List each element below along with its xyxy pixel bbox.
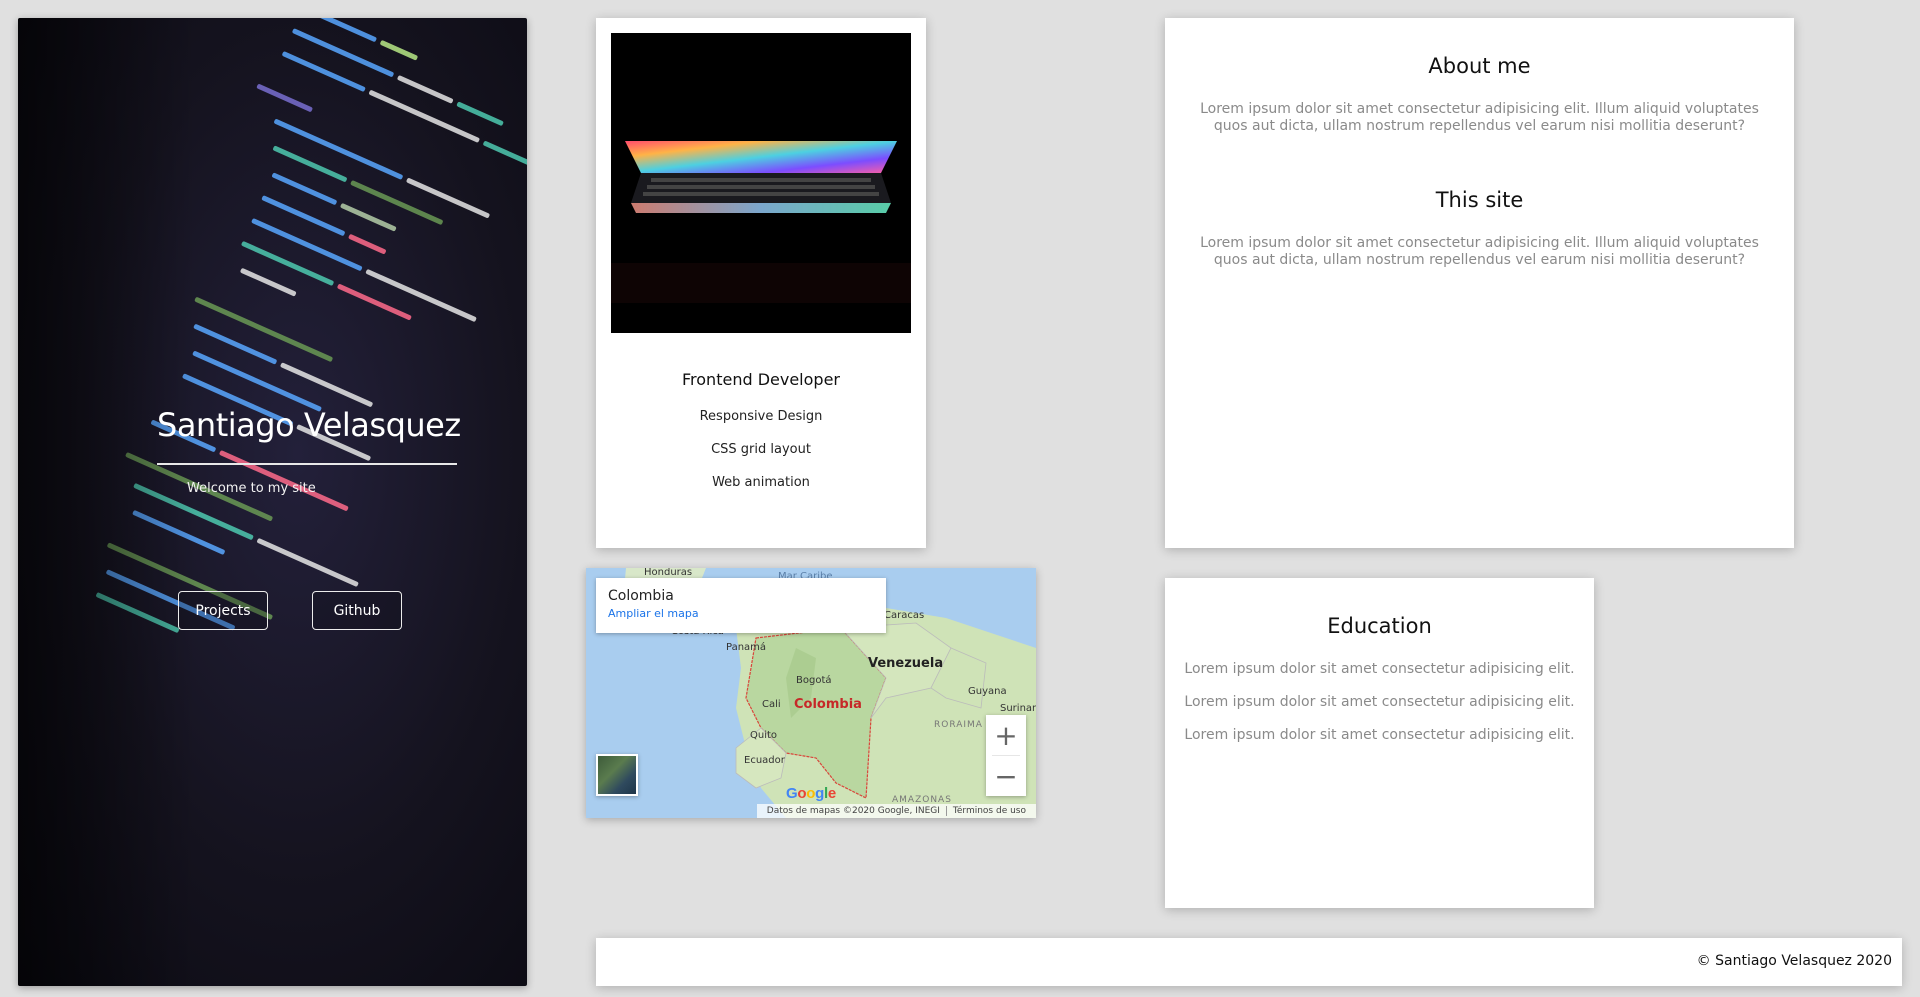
map-label: Quito: [750, 730, 778, 741]
satellite-toggle-button[interactable]: [596, 754, 638, 796]
map-terms-link[interactable]: Términos de uso: [947, 806, 1032, 816]
projects-button[interactable]: Projects: [178, 591, 268, 630]
embedded-map[interactable]: Honduras Mar Caribe Caracas Costa Rica P…: [586, 568, 1036, 818]
map-label: Honduras: [644, 568, 693, 578]
map-info-box: Colombia Ampliar el mapa: [596, 578, 886, 633]
education-item: Lorem ipsum dolor sit amet consectetur a…: [1184, 694, 1575, 710]
map-label: Venezuela: [868, 656, 944, 671]
map-label: Bogotá: [796, 675, 832, 686]
hero-divider: [157, 463, 457, 465]
map-label: Ecuador: [744, 755, 785, 766]
map-label: Panamá: [726, 642, 767, 653]
hero-name: Santiago Velasquez: [157, 406, 461, 444]
copyright-text: © Santiago Velasquez 2020: [1696, 953, 1892, 969]
profile-title: Frontend Developer: [682, 370, 840, 389]
about-heading: About me: [1428, 54, 1531, 78]
site-text: Lorem ipsum dolor sit amet consectetur a…: [1200, 235, 1759, 268]
education-card: Education Lorem ipsum dolor sit amet con…: [1165, 578, 1594, 908]
education-heading: Education: [1327, 614, 1432, 638]
enlarge-map-link[interactable]: Ampliar el mapa: [608, 607, 874, 620]
zoom-in-button[interactable]: +: [986, 715, 1026, 755]
map-attribution-bar: Datos de mapas ©2020 Google, INEGI Térmi…: [756, 804, 1036, 818]
hero-content: Santiago Velasquez Welcome to my site: [157, 405, 475, 496]
about-text: Lorem ipsum dolor sit amet consectetur a…: [1200, 101, 1759, 134]
skill-item: Web animation: [712, 475, 810, 490]
laptop-image: [611, 33, 911, 333]
site-heading: This site: [1435, 188, 1524, 212]
profile-card: Frontend Developer Responsive Design CSS…: [596, 18, 926, 548]
map-zoom-controls: + −: [986, 715, 1026, 796]
code-background-image: [18, 18, 527, 986]
map-place-name: Colombia: [608, 588, 674, 604]
zoom-out-button[interactable]: −: [986, 756, 1026, 796]
map-label: Surinam: [1000, 703, 1036, 714]
github-button[interactable]: Github: [312, 591, 402, 630]
map-label: Guyana: [968, 686, 1007, 697]
map-label: RORAIMA: [934, 720, 983, 730]
page-footer: © Santiago Velasquez 2020: [596, 938, 1902, 986]
skill-item: Responsive Design: [699, 409, 823, 424]
map-label: Caracas: [884, 610, 925, 621]
google-logo: Google: [786, 785, 836, 802]
map-attribution: Datos de mapas ©2020 Google, INEGI: [766, 806, 940, 816]
about-card: About me Lorem ipsum dolor sit amet cons…: [1165, 18, 1794, 548]
map-label: Cali: [762, 699, 781, 710]
education-item: Lorem ipsum dolor sit amet consectetur a…: [1184, 661, 1575, 677]
skill-item: CSS grid layout: [711, 442, 811, 457]
education-item: Lorem ipsum dolor sit amet consectetur a…: [1184, 727, 1575, 743]
hero-welcome-text: Welcome to my site: [187, 481, 316, 496]
map-label: Colombia: [794, 697, 862, 712]
hero-banner: Santiago Velasquez Welcome to my site Pr…: [18, 18, 527, 986]
